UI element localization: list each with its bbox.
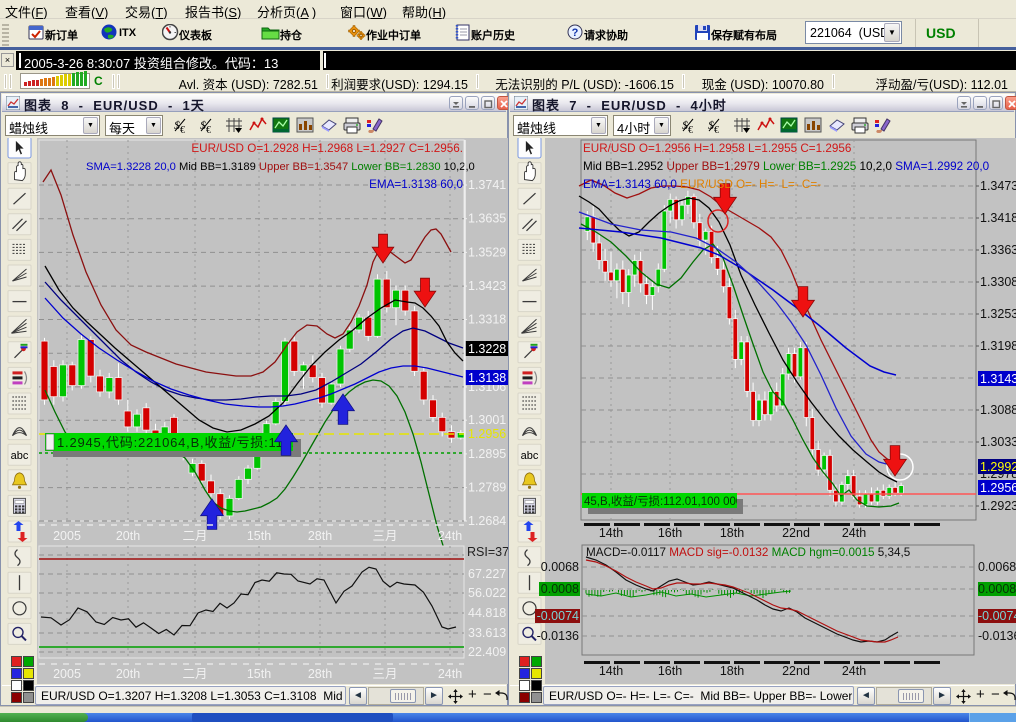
svg-text:33.613: 33.613 bbox=[468, 626, 506, 640]
svg-text:abc: abc bbox=[521, 450, 539, 462]
svg-text:-0.0136: -0.0136 bbox=[978, 629, 1016, 643]
svg-text:1.2895: 1.2895 bbox=[468, 447, 506, 461]
svg-text:45,B,收益/亏损:112.01,100 000: 45,B,收益/亏损:112.01,100 000 bbox=[584, 494, 742, 508]
svg-text:?: ? bbox=[572, 27, 579, 39]
svg-text:1.3529: 1.3529 bbox=[468, 245, 506, 259]
svg-text:67.227: 67.227 bbox=[468, 567, 506, 581]
svg-text:1.3143: 1.3143 bbox=[980, 372, 1016, 386]
svg-text:-0.0074: -0.0074 bbox=[537, 609, 579, 623]
svg-text:1.3423: 1.3423 bbox=[468, 279, 506, 293]
svg-text:二月: 二月 bbox=[182, 529, 207, 543]
svg-text:1.3001: 1.3001 bbox=[468, 413, 506, 427]
svg-text:Mid BB=1.2952 Upper BB=1.2979: Mid BB=1.2952 Upper BB=1.2979 Lower BB=1… bbox=[583, 160, 990, 173]
svg-text:1.2923: 1.2923 bbox=[980, 499, 1016, 513]
svg-text:abc: abc bbox=[11, 450, 29, 462]
svg-text:MACD=-0.0117 MACD sig=-0.0132: MACD=-0.0117 MACD sig=-0.0132 MACD hgm=0… bbox=[586, 546, 911, 559]
svg-text:1.3418: 1.3418 bbox=[980, 211, 1016, 225]
svg-text:0.0008: 0.0008 bbox=[978, 582, 1016, 596]
svg-text:1.3198: 1.3198 bbox=[980, 339, 1016, 353]
svg-text:-0.0136: -0.0136 bbox=[537, 629, 579, 643]
svg-text:20th: 20th bbox=[116, 667, 140, 681]
svg-text:14th: 14th bbox=[599, 664, 623, 678]
svg-text:24th: 24th bbox=[842, 664, 866, 678]
svg-text:22nd: 22nd bbox=[782, 664, 810, 678]
svg-text:EUR/USD O=1.2956 H=1.2958 L=1.: EUR/USD O=1.2956 H=1.2958 L=1.2955 C=1.2… bbox=[583, 142, 851, 155]
svg-text:16th: 16th bbox=[658, 526, 682, 540]
svg-text:28th: 28th bbox=[308, 667, 332, 681]
svg-text:1.2956: 1.2956 bbox=[468, 427, 506, 441]
svg-text:1.3473: 1.3473 bbox=[980, 179, 1016, 193]
svg-text:1.2684: 1.2684 bbox=[468, 514, 506, 528]
svg-text:1.2789: 1.2789 bbox=[468, 481, 506, 495]
svg-text:€: € bbox=[180, 125, 185, 134]
svg-text:三月: 三月 bbox=[372, 667, 397, 681]
svg-text:15th: 15th bbox=[247, 529, 271, 543]
svg-text:1.3138: 1.3138 bbox=[468, 371, 506, 385]
svg-text:20th: 20th bbox=[116, 529, 140, 543]
svg-text:1.3253: 1.3253 bbox=[980, 307, 1016, 321]
svg-text:2005: 2005 bbox=[53, 667, 81, 681]
svg-text:15th: 15th bbox=[247, 667, 271, 681]
svg-text:0.0008: 0.0008 bbox=[541, 582, 579, 596]
svg-text:1.3033: 1.3033 bbox=[980, 435, 1016, 449]
svg-text:28th: 28th bbox=[308, 529, 332, 543]
svg-text:EUR/USD O=1.2928 H=1.2968 L=1.: EUR/USD O=1.2928 H=1.2968 L=1.2927 C=1.2… bbox=[191, 142, 463, 155]
svg-text:EMA=1.3138 60,0: EMA=1.3138 60,0 bbox=[369, 178, 463, 191]
svg-text:SMA=1.3228 20,0 Mid BB=1.3189: SMA=1.3228 20,0 Mid BB=1.3189 Upper BB=1… bbox=[86, 161, 475, 173]
svg-text:三月: 三月 bbox=[372, 529, 397, 543]
svg-text:-0.0074: -0.0074 bbox=[978, 609, 1016, 623]
svg-text:1.3741: 1.3741 bbox=[468, 178, 506, 192]
svg-text:22nd: 22nd bbox=[782, 526, 810, 540]
svg-text:24th: 24th bbox=[438, 529, 462, 543]
svg-text:€: € bbox=[206, 125, 211, 134]
svg-text:0.0068: 0.0068 bbox=[541, 560, 579, 574]
svg-text:€: € bbox=[714, 125, 719, 134]
svg-text:EMA=1.3143 60,0 EUR/USD O=-: EMA=1.3143 60,0 EUR/USD O=- H=- L=- C=- bbox=[583, 178, 821, 191]
svg-text:14th: 14th bbox=[599, 526, 623, 540]
svg-text:44.818: 44.818 bbox=[468, 606, 506, 620]
svg-text:18th: 18th bbox=[720, 526, 744, 540]
svg-text:1.2992: 1.2992 bbox=[980, 460, 1016, 474]
svg-text:1.3088: 1.3088 bbox=[980, 403, 1016, 417]
svg-text:2005: 2005 bbox=[53, 529, 81, 543]
svg-text:1.3635: 1.3635 bbox=[468, 212, 506, 226]
svg-text:56.022: 56.022 bbox=[468, 586, 506, 600]
svg-text:1.3318: 1.3318 bbox=[468, 313, 506, 327]
svg-text:24th: 24th bbox=[842, 526, 866, 540]
svg-text:18th: 18th bbox=[720, 664, 744, 678]
svg-text:1.2956: 1.2956 bbox=[980, 481, 1016, 495]
svg-text:24th: 24th bbox=[438, 667, 462, 681]
svg-text:1.3228: 1.3228 bbox=[468, 342, 506, 356]
svg-text:1.3308: 1.3308 bbox=[980, 275, 1016, 289]
svg-text:0.0068: 0.0068 bbox=[978, 560, 1016, 574]
svg-text:二月: 二月 bbox=[182, 667, 207, 681]
svg-text:1.3363: 1.3363 bbox=[980, 243, 1016, 257]
svg-text:16th: 16th bbox=[658, 664, 682, 678]
svg-text:RSI=37: RSI=37 bbox=[467, 545, 509, 559]
svg-text:22.409: 22.409 bbox=[468, 645, 506, 659]
svg-text:€: € bbox=[688, 125, 693, 134]
